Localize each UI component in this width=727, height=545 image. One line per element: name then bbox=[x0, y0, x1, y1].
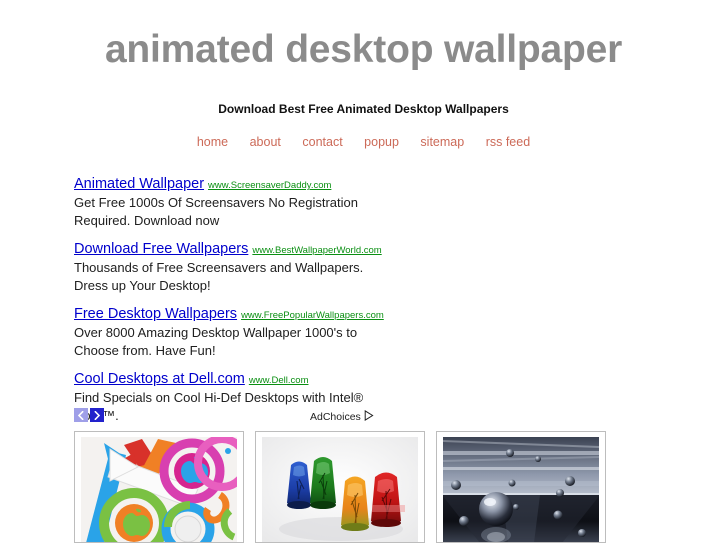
chevron-right-icon bbox=[93, 410, 101, 420]
ad-display-url[interactable]: www.BestWallpaperWorld.com bbox=[252, 245, 381, 256]
nav-item-sitemap[interactable]: sitemap bbox=[420, 135, 464, 149]
main-navigation: home about contact popup sitemap rss fee… bbox=[0, 134, 727, 150]
ad-pager bbox=[74, 408, 104, 422]
thumbnail-colorful-arrows-apple[interactable] bbox=[74, 431, 244, 543]
ad-description: Thousands of Free Screensavers and Wallp… bbox=[74, 260, 364, 293]
ad-pager-next-button[interactable] bbox=[90, 408, 104, 422]
ad-title-link[interactable]: Download Free Wallpapers bbox=[74, 241, 248, 257]
nav-item-rss-feed[interactable]: rss feed bbox=[486, 135, 530, 149]
thumbnail-colored-glass-cups[interactable] bbox=[255, 431, 425, 543]
ad-description: Over 8000 Amazing Desktop Wallpaper 1000… bbox=[74, 325, 358, 358]
thumbnail-image bbox=[262, 437, 418, 542]
chevron-left-icon bbox=[77, 410, 85, 420]
ad-pager-prev-button[interactable] bbox=[74, 408, 88, 422]
thumbnail-image bbox=[443, 437, 599, 542]
ad-footer: AdChoices bbox=[74, 408, 374, 426]
ad-title-link[interactable]: Animated Wallpaper bbox=[74, 176, 204, 192]
ad-item: Download Free Wallpapers www.BestWallpape… bbox=[74, 240, 494, 295]
adchoices-label[interactable]: AdChoices bbox=[310, 410, 361, 424]
ad-title-link[interactable]: Free Desktop Wallpapers bbox=[74, 306, 237, 322]
ad-headline-row: Free Desktop Wallpapers www.FreePopularWa… bbox=[74, 305, 494, 324]
page-root: animated desktop wallpaper Download Best… bbox=[0, 0, 727, 545]
ad-display-url[interactable]: www.ScreensaverDaddy.com bbox=[208, 180, 331, 191]
page-subtitle: Download Best Free Animated Desktop Wall… bbox=[218, 102, 509, 116]
thumbnail-chrome-spheres[interactable] bbox=[436, 431, 606, 543]
nav-item-home[interactable]: home bbox=[197, 135, 228, 149]
page-title: animated desktop wallpaper bbox=[104, 28, 623, 71]
ad-headline-row: Download Free Wallpapers www.BestWallpape… bbox=[74, 240, 494, 259]
ad-headline-row: Animated Wallpaper www.ScreensaverDaddy.c… bbox=[74, 175, 494, 194]
nav-item-contact[interactable]: contact bbox=[302, 135, 342, 149]
nav-item-about[interactable]: about bbox=[250, 135, 281, 149]
adchoices[interactable]: AdChoices bbox=[310, 408, 374, 426]
adchoices-triangle-icon[interactable] bbox=[364, 408, 374, 426]
ad-item: Animated Wallpaper www.ScreensaverDaddy.c… bbox=[74, 175, 494, 230]
ad-display-url[interactable]: www.Dell.com bbox=[249, 375, 309, 386]
nav-item-popup[interactable]: popup bbox=[364, 135, 399, 149]
ad-item: Free Desktop Wallpapers www.FreePopularWa… bbox=[74, 305, 494, 360]
ad-list: Animated Wallpaper www.ScreensaverDaddy.c… bbox=[74, 175, 494, 435]
ad-title-link[interactable]: Cool Desktops at Dell.com bbox=[74, 371, 245, 387]
ad-display-url[interactable]: www.FreePopularWallpapers.com bbox=[241, 310, 384, 321]
ad-description: Get Free 1000s Of Screensavers No Regist… bbox=[74, 195, 358, 228]
ad-headline-row: Cool Desktops at Dell.com www.Dell.com bbox=[74, 370, 494, 389]
thumbnail-image bbox=[81, 437, 237, 542]
thumbnail-row bbox=[74, 431, 714, 543]
